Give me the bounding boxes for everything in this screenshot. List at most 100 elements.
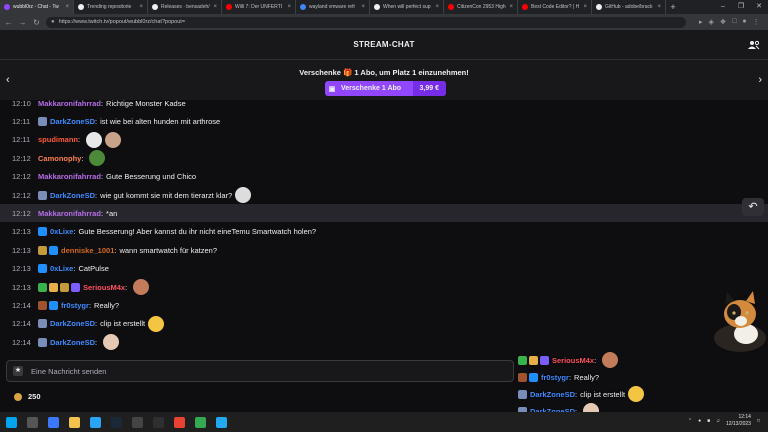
cast-icon[interactable]: ▸ bbox=[699, 18, 703, 26]
message-timestamp: 12:10 bbox=[12, 100, 31, 108]
back-button[interactable]: ← bbox=[4, 18, 13, 27]
tab-close-icon[interactable]: × bbox=[213, 4, 217, 10]
emote-icon[interactable] bbox=[235, 187, 252, 203]
chat-message: 12:13 denniske_1001: wann smartwatch für k… bbox=[0, 241, 768, 259]
browser-tab[interactable]: Best Code Editor? | H × bbox=[518, 0, 592, 14]
gift-icon: ▣ bbox=[328, 85, 336, 93]
extension-icon[interactable]: ◈ bbox=[709, 18, 714, 26]
chrome-icon[interactable] bbox=[174, 416, 185, 428]
tab-close-icon[interactable]: × bbox=[139, 4, 143, 10]
tab-close-icon[interactable]: × bbox=[435, 4, 439, 10]
emote-icon[interactable] bbox=[105, 131, 122, 148]
username[interactable]: Makkaronifahrrad bbox=[38, 209, 101, 218]
chevron-up-icon[interactable]: ⌃ bbox=[688, 418, 692, 424]
username[interactable]: 0xLixe bbox=[50, 264, 73, 273]
gift-sub-button[interactable]: ▣ Verschenke 1 Abo 3,99 € bbox=[325, 81, 446, 96]
tab-close-icon[interactable]: × bbox=[361, 4, 365, 10]
chrome-alt-icon[interactable] bbox=[195, 416, 206, 428]
terminal-icon[interactable] bbox=[48, 416, 59, 428]
browser-tab[interactable]: Willi 7: Der UNFERTI × bbox=[222, 0, 296, 14]
community-button[interactable] bbox=[748, 40, 760, 50]
puzzle-icon[interactable]: ❖ bbox=[720, 18, 726, 26]
sidebar-icon[interactable]: □ bbox=[732, 18, 736, 26]
username[interactable]: DarkZoneSD bbox=[530, 390, 575, 399]
next-arrow-icon[interactable]: › bbox=[758, 74, 762, 86]
username[interactable]: Makkaronifahrrad bbox=[38, 172, 101, 181]
close-window-button[interactable]: ✕ bbox=[750, 0, 768, 14]
tab-close-icon[interactable]: × bbox=[509, 4, 513, 10]
browser-tab[interactable]: GitHub - adobe/brack × bbox=[592, 0, 666, 14]
badge-list bbox=[38, 227, 47, 237]
username[interactable]: 0xLixe bbox=[50, 227, 73, 236]
tab-close-icon[interactable]: × bbox=[65, 4, 69, 10]
profile-icon[interactable]: ● bbox=[742, 18, 746, 26]
new-tab-button[interactable]: + bbox=[666, 2, 680, 12]
clock-time: 12:14 bbox=[738, 414, 751, 420]
notification-icon[interactable]: □ bbox=[757, 418, 760, 424]
emote-icon[interactable] bbox=[628, 386, 645, 402]
tab-label: wayland vmware refr bbox=[309, 4, 356, 10]
browser-tab[interactable]: Trending repositorie × bbox=[74, 0, 148, 14]
username[interactable]: fr0stygr bbox=[61, 301, 89, 310]
message-text: clip ist erstellt bbox=[100, 319, 146, 329]
vscode-icon[interactable] bbox=[216, 416, 227, 428]
volume-icon[interactable]: ♫ bbox=[716, 418, 720, 424]
steam-icon[interactable] bbox=[111, 416, 122, 428]
browser-tab[interactable]: Releases · bensadeh/× bbox=[148, 0, 222, 14]
username[interactable]: DarkZoneSD bbox=[50, 117, 95, 126]
tab-close-icon[interactable]: × bbox=[287, 4, 291, 10]
badge-icon bbox=[540, 355, 549, 365]
badge-icon bbox=[518, 372, 527, 382]
maximize-button[interactable]: ❐ bbox=[732, 0, 750, 14]
tab-close-icon[interactable]: × bbox=[583, 4, 587, 10]
emote-icon[interactable] bbox=[89, 150, 106, 167]
file-explorer-icon[interactable] bbox=[69, 416, 80, 428]
address-bar[interactable]: ● https://www.twitch.tv/popout/wubbl0rz/… bbox=[46, 16, 686, 28]
emote-icon[interactable] bbox=[602, 352, 619, 368]
message-text: *an bbox=[106, 208, 118, 218]
menu-icon[interactable]: ⋮ bbox=[753, 18, 760, 26]
terminal-app-icon[interactable] bbox=[132, 416, 143, 428]
badge-list bbox=[38, 337, 47, 347]
username[interactable]: SeriousM4x bbox=[552, 356, 594, 365]
message-timestamp: 12:12 bbox=[12, 153, 31, 163]
edge-icon[interactable] bbox=[90, 416, 101, 428]
username[interactable]: DarkZoneSD bbox=[50, 191, 95, 200]
username[interactable]: DarkZoneSD bbox=[50, 319, 95, 328]
message-text: wie gut kommt sie mit dem tierarzt klar? bbox=[100, 190, 233, 200]
browser-tab[interactable]: CitizenCon 2953 High × bbox=[444, 0, 518, 14]
microphone-icon[interactable]: ● bbox=[698, 418, 701, 424]
emote-icon[interactable] bbox=[148, 315, 165, 332]
username[interactable]: Makkaronifahrrad bbox=[38, 100, 101, 108]
username-colon: : bbox=[95, 116, 98, 126]
network-icon[interactable]: ■ bbox=[707, 418, 710, 424]
browser-tab[interactable]: wayland vmware refr × bbox=[296, 0, 370, 14]
browser-tab[interactable]: When will perfect sup × bbox=[370, 0, 444, 14]
username-colon: : bbox=[100, 208, 104, 218]
emote-icon[interactable] bbox=[86, 131, 103, 148]
forward-button[interactable]: → bbox=[18, 18, 27, 27]
task-view-icon[interactable] bbox=[27, 416, 38, 428]
channel-points[interactable]: 250 bbox=[14, 392, 41, 401]
username[interactable]: Camonophy bbox=[38, 154, 81, 163]
obs-icon[interactable] bbox=[153, 416, 164, 428]
reload-button[interactable]: ↻ bbox=[32, 18, 41, 27]
scroll-back-button[interactable]: ↶ bbox=[742, 198, 764, 216]
username[interactable]: fr0stygr bbox=[541, 373, 569, 382]
minimize-button[interactable]: – bbox=[714, 0, 732, 14]
chat-title: STREAM-CHAT bbox=[353, 40, 415, 49]
emote-picker-icon[interactable]: ★ bbox=[13, 366, 23, 376]
cat-image bbox=[714, 291, 766, 352]
emote-icon[interactable] bbox=[103, 334, 120, 351]
clock[interactable]: 12:14 12/13/2023 bbox=[726, 414, 751, 428]
username[interactable]: denniske_1001 bbox=[61, 246, 114, 255]
username[interactable]: spudimann bbox=[38, 135, 78, 144]
chat-input[interactable]: ★ Eine Nachricht senden bbox=[6, 360, 514, 382]
username[interactable]: DarkZoneSD bbox=[50, 338, 95, 347]
windows-start-icon[interactable] bbox=[6, 416, 17, 428]
tab-close-icon[interactable]: × bbox=[657, 4, 661, 10]
browser-tab[interactable]: wubbl0rz - Chat - Tw × bbox=[0, 0, 74, 14]
chat-message: 12:10 Makkaronifahrrad: Richtige Monster K… bbox=[0, 100, 768, 112]
emote-icon[interactable] bbox=[133, 279, 150, 295]
username[interactable]: SeriousM4x bbox=[83, 283, 125, 292]
